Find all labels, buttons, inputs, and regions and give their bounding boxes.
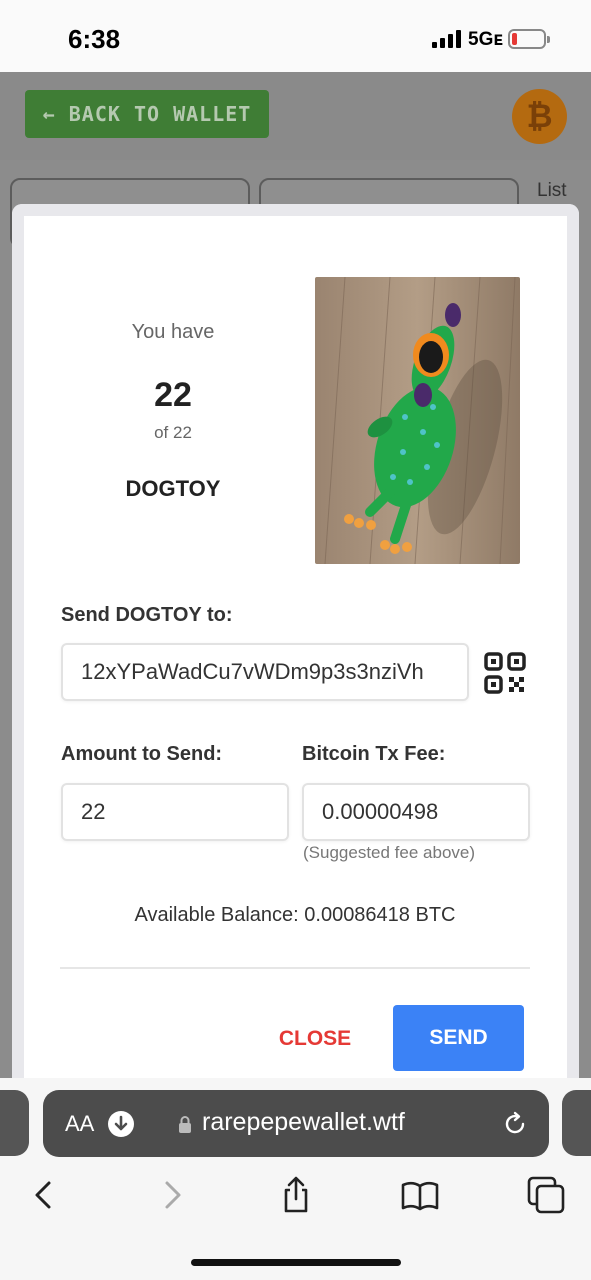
download-icon[interactable]: [108, 1111, 134, 1137]
amount-label: Amount to Send:: [61, 743, 223, 765]
url-text[interactable]: rarepepewallet.wtf: [202, 1108, 405, 1137]
recipient-address-input[interactable]: 12xYPaWadCu7vWDm9p3s3nziVh: [61, 643, 469, 701]
asset-image: [315, 277, 520, 564]
bitcoin-logo-icon[interactable]: ₿: [512, 89, 567, 144]
you-have-label: You have: [131, 321, 215, 343]
previous-tab-peek[interactable]: [0, 1090, 29, 1156]
forward-icon[interactable]: [152, 1175, 192, 1215]
fee-label: Bitcoin Tx Fee:: [302, 743, 446, 765]
bookmarks-icon[interactable]: [400, 1175, 440, 1215]
network-type: 5Gᴇ: [468, 29, 503, 50]
battery-icon: [508, 29, 550, 49]
asset-name: DOGTOY: [125, 476, 221, 501]
lock-icon: [178, 1115, 192, 1133]
home-indicator: [191, 1259, 401, 1266]
status-bar: 6:38 5Gᴇ: [0, 0, 591, 72]
send-to-label: Send DOGTOY to:: [61, 604, 233, 626]
tabs-icon[interactable]: [526, 1175, 566, 1215]
close-button[interactable]: CLOSE: [264, 1008, 366, 1070]
fee-input[interactable]: 0.00000498: [302, 783, 530, 841]
reload-icon[interactable]: [502, 1111, 528, 1137]
signal-icon: [432, 30, 462, 48]
clock: 6:38: [68, 24, 121, 54]
asset-total: of 22: [154, 423, 192, 442]
list-label: List: [537, 180, 567, 201]
next-tab-peek[interactable]: [562, 1090, 591, 1156]
share-icon[interactable]: [276, 1175, 316, 1215]
send-button[interactable]: SEND: [393, 1005, 524, 1071]
fee-hint: (Suggested fee above): [303, 843, 476, 862]
divider: [60, 967, 530, 969]
back-icon[interactable]: [24, 1175, 64, 1215]
available-balance: Available Balance: 0.00086418 BTC: [134, 904, 456, 926]
text-size-button[interactable]: AA: [65, 1111, 94, 1137]
qr-code-icon[interactable]: [484, 652, 526, 694]
back-to-wallet-button[interactable]: ← BACK TO WALLET: [25, 90, 269, 138]
amount-input[interactable]: 22: [61, 783, 289, 841]
asset-count: 22: [154, 376, 192, 414]
